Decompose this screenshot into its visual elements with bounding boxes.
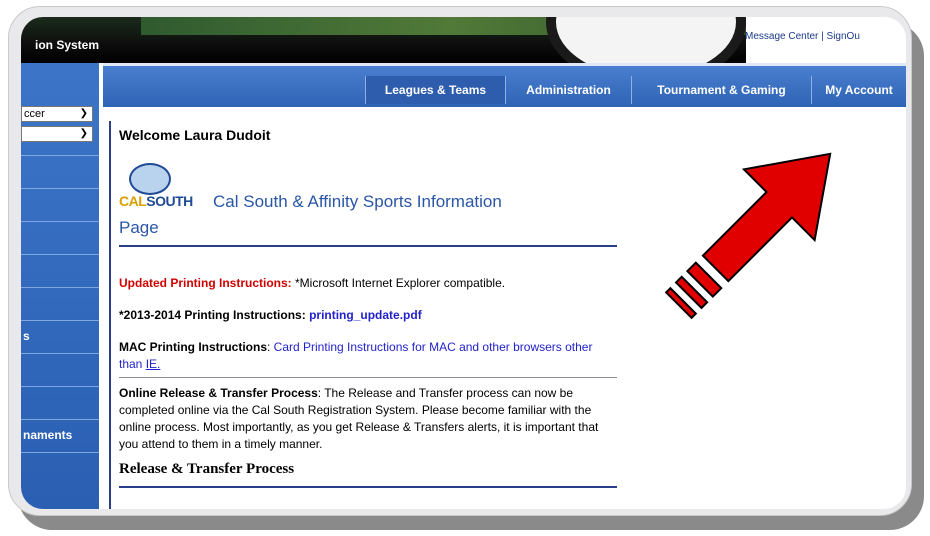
soccer-ball-icon	[546, 17, 746, 63]
tab-tournament-gaming[interactable]: Tournament & Gaming	[631, 76, 811, 104]
welcome-text: Welcome Laura Dudoit	[119, 127, 271, 143]
sidebar-item-7[interactable]	[21, 353, 99, 386]
screenshot-frame: ion System Message Center | SignOu ccer …	[8, 6, 912, 516]
sidebar-item-3[interactable]	[21, 221, 99, 254]
sidebar-item-4[interactable]	[21, 254, 99, 287]
red-arrow-icon	[664, 152, 832, 320]
updated-instructions: Updated Printing Instructions: *Microsof…	[119, 276, 506, 290]
sidebar-item-5[interactable]	[21, 287, 99, 320]
printing-2013: *2013-2014 Printing Instructions: printi…	[119, 308, 422, 322]
browser-screen: ion System Message Center | SignOu ccer …	[21, 17, 906, 509]
secondary-select[interactable]: ❯	[21, 126, 93, 142]
sidebar-item-2[interactable]	[21, 188, 99, 221]
header-links[interactable]: Message Center | SignOu	[745, 31, 860, 42]
mac-printing: MAC Printing Instructions: Card Printing…	[119, 340, 593, 371]
release-transfer-title: Release & Transfer Process	[119, 461, 295, 477]
tab-administration[interactable]: Administration	[505, 76, 631, 104]
heading-line-2: Page	[119, 218, 159, 237]
banner-image: ion System	[21, 17, 746, 63]
chevron-down-icon: ❯	[79, 108, 88, 119]
system-title: ion System	[35, 38, 100, 52]
page-heading: Cal South & Affinity Sports Information …	[119, 189, 619, 241]
divider	[119, 245, 617, 247]
release-transfer-info: Online Release & Transfer Process: The R…	[119, 386, 599, 451]
ie-link[interactable]: IE.	[146, 357, 161, 371]
sidebar-item-8[interactable]	[21, 386, 99, 419]
main-content: Welcome Laura Dudoit CALSOUTH Cal South …	[109, 121, 619, 509]
divider-bottom	[119, 486, 617, 488]
heading-line-1: Cal South & Affinity Sports Information	[213, 192, 502, 211]
sport-select[interactable]: ccer ❯	[21, 106, 93, 122]
tab-my-account[interactable]: My Account	[811, 76, 906, 104]
sidebar-item-1[interactable]	[21, 155, 99, 188]
divider-thin	[119, 377, 617, 378]
printing-update-link[interactable]: printing_update.pdf	[309, 308, 422, 322]
sidebar-item-6[interactable]: s	[21, 320, 99, 353]
top-banner: ion System Message Center | SignOu	[21, 17, 906, 63]
sidebar-item-10[interactable]	[21, 452, 99, 485]
main-nav: Leagues & Teams Administration Tournamen…	[103, 63, 906, 107]
chevron-down-icon: ❯	[79, 128, 88, 139]
sidebar-item-tournaments[interactable]: naments	[21, 419, 99, 452]
left-sidebar: ccer ❯ ❯ s naments	[21, 63, 99, 509]
sport-select-value: ccer	[24, 108, 45, 120]
tab-leagues-teams[interactable]: Leagues & Teams	[365, 76, 505, 104]
